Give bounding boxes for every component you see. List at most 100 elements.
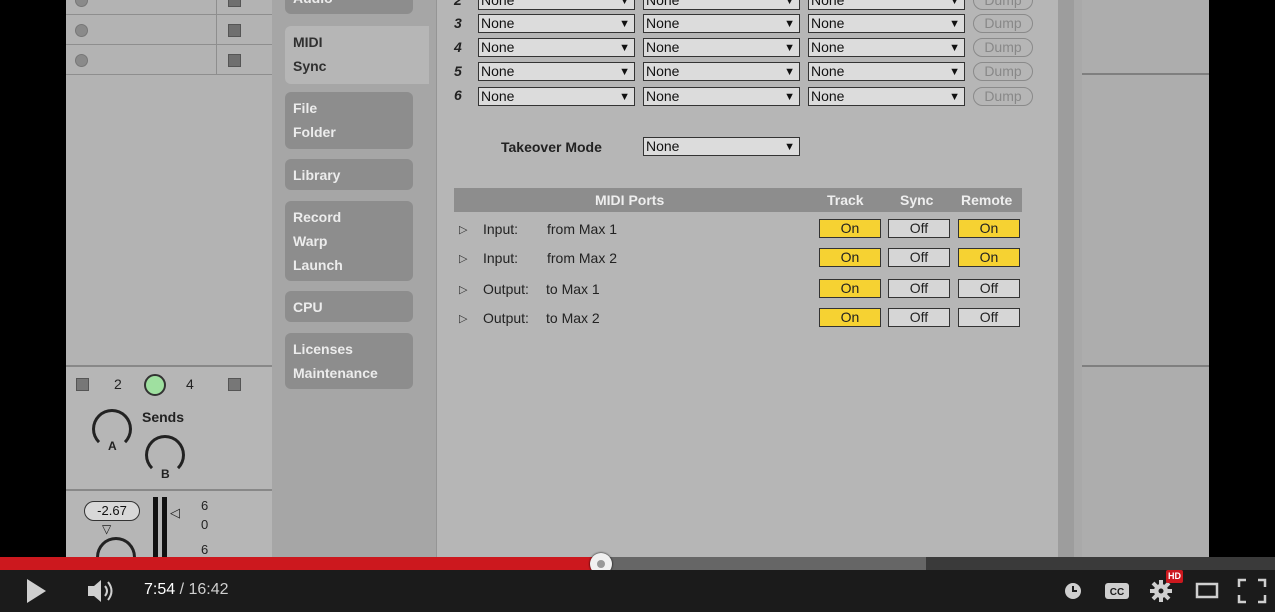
divider	[1082, 365, 1209, 367]
remote-toggle[interactable]: Off	[958, 308, 1020, 327]
track-toggle[interactable]: On	[819, 279, 881, 298]
volume-slider-icon[interactable]: ◁	[170, 505, 180, 521]
send-b-label: B	[161, 467, 170, 481]
input-select[interactable]: None ▼	[643, 38, 800, 57]
select-value: None	[646, 0, 680, 8]
stop-clip-icon[interactable]	[228, 24, 241, 37]
midi-ports-header: MIDI Ports Track Sync Remote	[454, 188, 1022, 212]
tab-record-warp-launch[interactable]: Record Warp Launch	[285, 201, 413, 281]
send-a-label: A	[108, 439, 117, 453]
pan-knob[interactable]	[96, 537, 136, 557]
current-time: 7:54	[144, 581, 176, 598]
remote-toggle[interactable]: Off	[958, 279, 1020, 298]
takeover-mode-label: Takeover Mode	[501, 139, 602, 155]
clip-slot-row	[66, 0, 274, 15]
stop-clip-icon[interactable]	[228, 54, 241, 67]
stop-clip-icon[interactable]	[228, 378, 241, 391]
output-select[interactable]: None ▼	[808, 0, 965, 10]
tab-file-folder[interactable]: File Folder	[285, 92, 413, 149]
select-value: None	[811, 63, 845, 79]
midi-sync-panel: 2 None ▼ None ▼ None ▼ Dump 3 None ▼ None ▼ N…	[436, 0, 1059, 557]
output-select[interactable]: None ▼	[808, 87, 965, 106]
output-select[interactable]: None ▼	[808, 38, 965, 57]
dropdown-arrow-icon: ▼	[949, 42, 960, 54]
input-select[interactable]: None ▼	[643, 87, 800, 106]
select-value: None	[646, 15, 680, 31]
dump-button: Dump	[973, 14, 1033, 33]
expand-triangle-icon[interactable]: ▷	[459, 283, 467, 296]
remote-toggle[interactable]: On	[958, 248, 1020, 267]
sync-toggle[interactable]: Off	[888, 279, 950, 298]
output-select[interactable]: None ▼	[808, 62, 965, 81]
select-value: None	[481, 63, 515, 79]
tab-label: MIDI	[293, 34, 323, 50]
clip-slot-row	[66, 45, 274, 75]
tab-library[interactable]: Library	[285, 159, 413, 190]
control-surface-select[interactable]: None ▼	[478, 0, 635, 10]
theater-mode-icon[interactable]	[1195, 570, 1219, 612]
column-sync: Sync	[900, 192, 934, 208]
clip-slot-icon[interactable]	[75, 0, 88, 7]
port-name: to Max 2	[546, 310, 600, 326]
control-surface-select[interactable]: None ▼	[478, 62, 635, 81]
session-view-left: 2 4 A Sends B -2.67 ◁ 6 0 6 ▽	[66, 0, 275, 557]
control-surface-select[interactable]: None ▼	[478, 14, 635, 33]
stop-clip-icon[interactable]	[228, 0, 241, 7]
clip-slot-icon[interactable]	[75, 54, 88, 67]
tab-licenses-maintenance[interactable]: Licenses Maintenance	[285, 333, 413, 389]
expand-triangle-icon[interactable]: ▷	[459, 312, 467, 325]
tab-label: Sync	[293, 58, 327, 74]
video-frame[interactable]: 2 4 A Sends B -2.67 ◁ 6 0 6 ▽ MIDI Sync …	[66, 0, 1209, 557]
input-select[interactable]: None ▼	[643, 62, 800, 81]
dropdown-arrow-icon: ▼	[619, 0, 630, 7]
column-remote: Remote	[961, 192, 1013, 208]
duration: 16:42	[188, 581, 229, 598]
window-edge	[1058, 0, 1074, 557]
midi-ports-title: MIDI Ports	[595, 192, 665, 208]
dropdown-arrow-icon: ▼	[784, 66, 795, 78]
tab-audio[interactable]: Audio	[285, 0, 413, 14]
stop-all-icon[interactable]	[76, 378, 89, 391]
volume-readout[interactable]: -2.67	[84, 501, 140, 521]
expand-triangle-icon[interactable]: ▷	[459, 223, 467, 236]
sync-toggle[interactable]: Off	[888, 308, 950, 327]
track-toggle[interactable]: On	[819, 308, 881, 327]
tab-cpu[interactable]: CPU	[285, 291, 413, 322]
divider	[216, 45, 217, 74]
played-bar	[0, 557, 601, 570]
track-toggle[interactable]: On	[819, 248, 881, 267]
captions-icon[interactable]: CC	[1104, 570, 1130, 612]
tab-label: Record	[293, 209, 342, 225]
dump-button: Dump	[973, 62, 1033, 81]
tab-label: Audio	[293, 0, 413, 10]
input-select[interactable]: None ▼	[643, 0, 800, 10]
sync-toggle[interactable]: Off	[888, 248, 950, 267]
level-meter	[153, 497, 158, 557]
control-surface-select[interactable]: None ▼	[478, 38, 635, 57]
remote-toggle[interactable]: On	[958, 219, 1020, 238]
control-surface-select[interactable]: None ▼	[478, 87, 635, 106]
takeover-mode-select[interactable]: None ▼	[643, 137, 800, 156]
sync-toggle[interactable]: Off	[888, 219, 950, 238]
track-toggle[interactable]: On	[819, 219, 881, 238]
input-select[interactable]: None ▼	[643, 14, 800, 33]
clip-slot-icon[interactable]	[75, 24, 88, 37]
row-number: 6	[454, 87, 462, 103]
mixer-io-strip: 2 4	[66, 365, 274, 405]
dropdown-arrow-icon: ▼	[619, 66, 630, 78]
watch-later-icon[interactable]	[1063, 570, 1083, 612]
volume-icon[interactable]	[86, 570, 118, 612]
select-value: None	[481, 39, 515, 55]
tab-midi-sync[interactable]: MIDI Sync	[285, 26, 429, 84]
output-select[interactable]: None ▼	[808, 14, 965, 33]
session-view-right	[1082, 0, 1209, 557]
fullscreen-icon[interactable]	[1237, 570, 1267, 612]
clock-icon	[144, 374, 166, 396]
svg-text:CC: CC	[1110, 587, 1124, 598]
dropdown-arrow-icon: ▼	[949, 66, 960, 78]
play-icon[interactable]	[24, 570, 48, 612]
expand-triangle-icon[interactable]: ▷	[459, 252, 467, 265]
select-value: None	[646, 138, 680, 154]
tab-label: Licenses	[293, 341, 353, 357]
volume-section: -2.67 ◁ 6 0 6 ▽	[66, 491, 274, 557]
